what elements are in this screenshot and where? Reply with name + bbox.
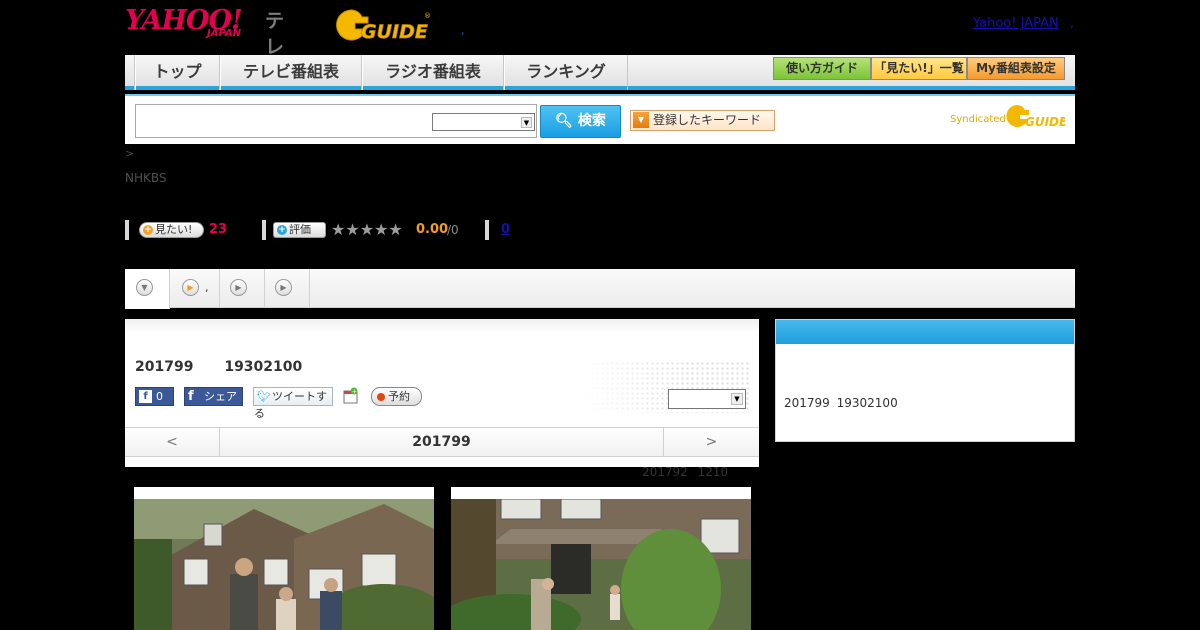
house-family-photo (134, 499, 434, 630)
current-date: 201799 (412, 434, 471, 450)
chevron-down-icon: ▼ (521, 117, 532, 128)
next-date-button[interactable]: > (663, 428, 759, 456)
search-button[interactable]: 🔍︎ 検索 (540, 105, 621, 138)
channel-name: NHKBS (125, 171, 167, 185)
nav-start-cap (125, 55, 135, 90)
tab-cast[interactable]: ▶ , (170, 269, 220, 308)
facebook-icon: f (139, 390, 152, 403)
program-options-select[interactable]: ▼ (668, 389, 746, 409)
svg-text:GUIDE: GUIDE (361, 21, 428, 42)
search-icon: 🔍︎ (555, 113, 573, 129)
yahoo-japan-link[interactable]: Yahoo! JAPAN (973, 16, 1059, 31)
side-panel: 201799 19302100 (775, 319, 1075, 442)
play-icon: ▶ (230, 279, 247, 296)
play-icon: ▶ (182, 279, 199, 296)
card-top-shade (125, 319, 759, 333)
tab-related[interactable]: ▶ (265, 269, 310, 308)
yahoo-logo-japan: JAPAN (207, 28, 241, 39)
want-count: 23 (209, 222, 228, 237)
program-card: 201799 19302100 f0 f シェア 🐦︎ツイートする + 予約 ▼ … (125, 319, 759, 467)
side-panel-text: 201799 19302100 (784, 396, 898, 410)
program-photo-1[interactable] (134, 487, 434, 630)
yahoo-link-suffix: , (1070, 16, 1074, 30)
want-list-button[interactable]: 「見たい!」一覧 (871, 57, 967, 80)
detail-tabs: ▼ ▶ , ▶ ▶ (125, 269, 1075, 309)
chevron-down-icon: ▼ (731, 393, 743, 405)
nav-ranking[interactable]: ランキング (504, 55, 628, 90)
facebook-like-count: 0 (156, 390, 163, 403)
svg-text:®: ® (424, 12, 431, 20)
usage-guide-button[interactable]: 使い方ガイド (773, 57, 871, 80)
syndicated-label: Syndicated (950, 114, 1006, 125)
calendar-icon: + (343, 387, 358, 404)
stat-divider (125, 220, 129, 240)
rate-button[interactable]: + 評価 (273, 222, 326, 238)
breadcrumb[interactable]: > (125, 147, 134, 160)
saved-keywords-label: 登録したキーワード (653, 113, 762, 127)
plus-icon: + (143, 225, 153, 235)
previous-date-button[interactable]: < (125, 428, 220, 456)
saved-keywords-button[interactable]: ▼ 登録したキーワード (630, 110, 775, 131)
tweet-button[interactable]: 🐦︎ツイートする (253, 387, 333, 420)
triangle-down-icon: ▼ (633, 112, 649, 128)
program-stats: + 見たい! 23 + 評価 ★★★★★ 0.00 /0 0 (125, 220, 625, 240)
stat-divider (485, 220, 489, 240)
svg-text:+: + (352, 389, 357, 396)
play-icon: ▶ (275, 279, 292, 296)
rating-value: 0.00 (416, 222, 449, 237)
update-note: 201792 1210 (642, 465, 729, 479)
facebook-like-button[interactable]: f0 (135, 387, 174, 406)
header-separator: , (461, 24, 465, 37)
record-icon (377, 393, 385, 401)
tab-cast-label: , (205, 281, 209, 294)
twitter-bird-icon: 🐦︎ (257, 390, 271, 403)
side-panel-header (776, 320, 1074, 344)
date-navigator: < 201799 > (125, 427, 759, 457)
main-nav: トップ テレビ番組表 ラジオ番組表 ランキング 使い方ガイド 「見たい!」一覧 … (125, 55, 1075, 90)
star-rating-icon: ★★★★★ (331, 220, 403, 239)
tab-schedule[interactable]: ▶ (220, 269, 265, 308)
nav-tv-guide[interactable]: テレビ番組表 (220, 55, 362, 90)
gguide-logo[interactable]: GUIDE ® (335, 8, 435, 43)
gguide-logo-icon: GUIDE ® (336, 9, 431, 43)
gguide-small-icon: GUIDE (1006, 105, 1065, 129)
review-count-link[interactable]: 0 (501, 222, 510, 237)
chevron-down-icon: ▼ (136, 279, 153, 296)
search-button-label: 検索 (577, 113, 606, 129)
want-label: 見たい! (155, 223, 193, 236)
program-photo-2[interactable] (451, 487, 751, 630)
svg-text:GUIDE: GUIDE (1025, 115, 1065, 129)
calendar-add-icon[interactable]: + (343, 387, 359, 404)
tab-overview[interactable]: ▼ (125, 269, 170, 309)
facebook-share-button[interactable]: f シェア (184, 387, 243, 406)
my-guide-settings-button[interactable]: My番組表設定 (967, 57, 1065, 80)
nav-top[interactable]: トップ (135, 55, 220, 90)
reserve-label: 予約 (388, 390, 410, 403)
house-garden-photo (451, 499, 751, 630)
rating-count: /0 (447, 223, 459, 237)
program-title: 201799 19302100 (135, 359, 303, 375)
want-button[interactable]: + 見たい! (139, 222, 204, 238)
plus-icon: + (277, 225, 287, 235)
rate-label: 評価 (289, 223, 311, 236)
syndicated-gguide-logo: Syndicated GUIDE (950, 104, 1065, 130)
search-category-select[interactable]: ▼ (432, 113, 535, 131)
nav-radio-guide[interactable]: ラジオ番組表 (362, 55, 504, 90)
reserve-button[interactable]: 予約 (371, 387, 422, 406)
facebook-icon: f (188, 389, 194, 404)
stat-divider (262, 220, 266, 240)
search-bar: ▼ 🔍︎ 検索 ▼ 登録したキーワード Syndicated GUIDE (125, 94, 1075, 144)
facebook-share-label: シェア (204, 390, 237, 403)
